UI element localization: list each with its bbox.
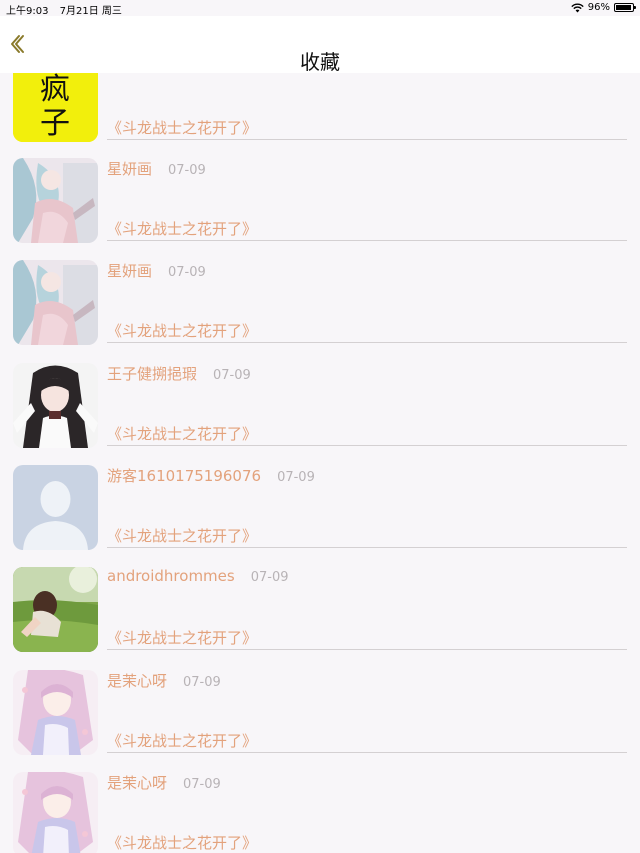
- wifi-icon: [571, 3, 584, 13]
- username[interactable]: 是茉心呀 07-09: [107, 670, 221, 691]
- username-text[interactable]: 游客1610175196076: [107, 467, 261, 485]
- username[interactable]: 是茉心呀 07-09: [107, 772, 221, 793]
- list-item[interactable]: 王子健搠挹瑕 07-09 《斗龙战士之花开了》: [0, 363, 640, 465]
- divider: [107, 445, 627, 446]
- username-text[interactable]: 王子健搠挹瑕: [107, 365, 197, 383]
- anime-girl-teal-hair-avatar: [13, 158, 98, 243]
- favorites-list[interactable]: 疯 子 《斗龙战士之花开了》 星妍画 07-09 《斗龙战士之花开了》 星妍画 …: [0, 0, 640, 853]
- list-item[interactable]: 是茉心呀 07-09 《斗龙战士之花开了》: [0, 772, 640, 853]
- date: 07-09: [168, 163, 206, 178]
- date: 07-09: [168, 265, 206, 280]
- avatar[interactable]: [13, 158, 98, 243]
- avatar[interactable]: [13, 772, 98, 853]
- anime-girl-black-hair-avatar: [13, 363, 98, 448]
- list-item[interactable]: 星妍画 07-09 《斗龙战士之花开了》: [0, 260, 640, 362]
- favorite-title-link[interactable]: 《斗龙战士之花开了》: [107, 218, 257, 239]
- favorite-title-link[interactable]: 《斗龙战士之花开了》: [107, 627, 257, 648]
- username-text[interactable]: androidhrommes: [107, 567, 235, 585]
- status-left: 上午9:03 7月21日 周三: [6, 2, 130, 17]
- avatar[interactable]: [13, 567, 98, 652]
- favorite-title-link[interactable]: 《斗龙战士之花开了》: [107, 730, 257, 751]
- nav-bar: 收藏: [0, 16, 640, 74]
- username-text[interactable]: 星妍画: [107, 262, 152, 280]
- date: 07-09: [183, 675, 221, 690]
- divider: [107, 139, 627, 140]
- username[interactable]: 游客1610175196076 07-09: [107, 465, 315, 486]
- avatar[interactable]: [13, 670, 98, 755]
- divider: [107, 342, 627, 343]
- list-item[interactable]: 星妍画 07-09 《斗龙战士之花开了》: [0, 158, 640, 260]
- avatar[interactable]: [13, 260, 98, 345]
- avatar[interactable]: [13, 363, 98, 448]
- username-text[interactable]: 是茉心呀: [107, 774, 167, 792]
- favorite-title-link[interactable]: 《斗龙战士之花开了》: [107, 320, 257, 341]
- divider: [107, 547, 627, 548]
- status-bar: 上午9:03 7月21日 周三 96%: [0, 0, 640, 17]
- girl-in-grass-photo-avatar: [13, 567, 98, 652]
- status-date: 7月21日 周三: [59, 6, 122, 17]
- date: 07-09: [250, 570, 289, 585]
- list-item[interactable]: 是茉心呀 07-09 《斗龙战士之花开了》: [0, 670, 640, 772]
- favorite-title-link[interactable]: 《斗龙战士之花开了》: [107, 832, 257, 853]
- battery-percent: 96%: [587, 2, 610, 13]
- anime-girl-pink-hair-avatar: [13, 670, 98, 755]
- list-item[interactable]: androidhrommes 07-09 《斗龙战士之花开了》: [0, 567, 640, 669]
- date: 07-09: [183, 777, 221, 792]
- date: 07-09: [277, 470, 315, 485]
- divider: [107, 240, 627, 241]
- divider: [107, 752, 627, 753]
- username-text[interactable]: 星妍画: [107, 160, 152, 178]
- default-user-avatar: [13, 465, 98, 550]
- username-text[interactable]: 是茉心呀: [107, 672, 167, 690]
- divider: [107, 649, 627, 650]
- username[interactable]: 王子健搠挹瑕 07-09: [107, 363, 251, 384]
- username[interactable]: 星妍画 07-09: [107, 260, 206, 281]
- avatar-text: 疯: [40, 72, 70, 107]
- list-item[interactable]: 游客1610175196076 07-09 《斗龙战士之花开了》: [0, 465, 640, 567]
- anime-girl-pink-hair-avatar: [13, 772, 98, 853]
- favorite-title-link[interactable]: 《斗龙战士之花开了》: [107, 525, 257, 546]
- anime-girl-teal-hair-avatar: [13, 260, 98, 345]
- avatar[interactable]: [13, 465, 98, 550]
- favorite-title-link[interactable]: 《斗龙战士之花开了》: [107, 117, 257, 138]
- date: 07-09: [213, 368, 251, 383]
- username[interactable]: androidhrommes 07-09: [107, 567, 289, 585]
- username[interactable]: 星妍画 07-09: [107, 158, 206, 179]
- page-title: 收藏: [300, 50, 340, 74]
- status-time: 上午9:03: [6, 6, 49, 17]
- status-right: 96%: [571, 2, 636, 13]
- battery-level: [616, 5, 632, 10]
- favorite-title-link[interactable]: 《斗龙战士之花开了》: [107, 423, 257, 444]
- svg-text:子: 子: [40, 106, 70, 141]
- battery-icon: [614, 3, 636, 12]
